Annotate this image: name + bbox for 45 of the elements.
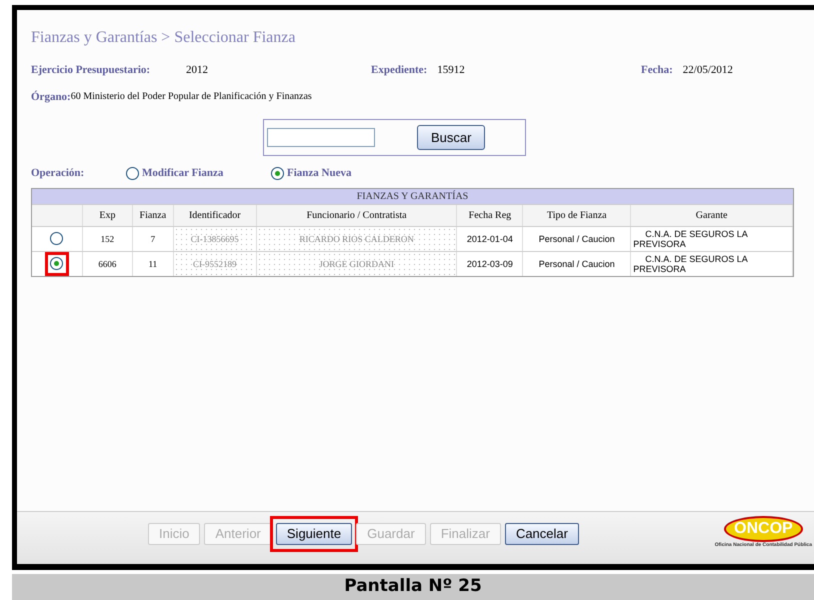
table-cell: C.N.A. DE SEGUROS LA PREVISORA xyxy=(631,226,793,250)
table-cell: RICARDO RIOS CALDERON xyxy=(256,226,458,250)
column-header: Fianza xyxy=(132,204,174,226)
field-value: 60 Ministerio del Poder Popular de Planificación y Finanzas xyxy=(70,90,312,104)
table-cell: JORGE GIORDANI xyxy=(256,252,458,276)
field-label: Órgano: xyxy=(31,90,71,104)
search-field[interactable] xyxy=(267,128,375,147)
table-cell: Personal / Caucion xyxy=(523,226,632,250)
column-header: Fecha Reg xyxy=(457,204,524,226)
option-label[interactable]: Modificar Fianza xyxy=(142,165,224,182)
table-row[interactable]: 152 7 CI-13856695 RICARDO RIOS CALDERON 2012-01-04 Personal / Caucion C.N.A. DE SEGUROS LA PREVISORA xyxy=(32,226,793,250)
option-label[interactable]: Fianza Nueva xyxy=(287,165,352,182)
radio-button[interactable] xyxy=(50,232,64,245)
nav-button[interactable]: Siguiente xyxy=(276,522,352,545)
table-cell: CI-9552189 xyxy=(174,252,257,276)
field-label: Ejercicio Presupuestario: xyxy=(31,63,152,78)
field-label: Operación: xyxy=(31,166,86,181)
field-label: Expediente: xyxy=(371,63,428,78)
table-cell: CI-13856695 xyxy=(174,226,257,250)
field-value: 15912 xyxy=(437,63,465,78)
column-header: Garante xyxy=(631,204,793,226)
table-cell: Personal / Caucion xyxy=(523,252,632,276)
table-cell: C.N.A. DE SEGUROS LA PREVISORA xyxy=(631,252,793,276)
radio-button[interactable] xyxy=(271,166,284,180)
radio-button[interactable] xyxy=(126,166,139,180)
column-header: Tipo de Fianza xyxy=(523,204,632,226)
field-value: 2012 xyxy=(186,63,208,78)
table-cell: 7 xyxy=(132,226,174,250)
field-label: Fecha: xyxy=(641,63,673,78)
table-row[interactable]: 6606 11 CI-9552189 JORGE GIORDANI 2012-03-09 Personal / Caucion C.N.A. DE SEGUROS LA PREVISORA xyxy=(32,250,793,276)
column-header: Funcionario / Contratista xyxy=(256,204,458,226)
table-cell: 152 xyxy=(82,226,133,250)
screen-caption: Pantalla Nº 25 xyxy=(12,574,814,600)
search-button[interactable]: Buscar xyxy=(417,125,486,150)
page-title: Fianzas y Garantías > Seleccionar Fianza xyxy=(31,28,296,48)
column-header: Identificador xyxy=(174,204,257,226)
table-title: FIANZAS Y GARANTÍAS xyxy=(32,188,793,204)
field-value: 22/05/2012 xyxy=(682,63,733,78)
nav-button[interactable]: Cancelar xyxy=(504,522,579,545)
table-cell: 6606 xyxy=(82,252,133,276)
table-cell: 2012-03-09 xyxy=(457,252,524,276)
column-header: Exp xyxy=(82,204,133,226)
table-cell: 2012-01-04 xyxy=(457,226,524,250)
radio-button[interactable] xyxy=(50,257,64,270)
table-cell: 11 xyxy=(132,252,174,276)
